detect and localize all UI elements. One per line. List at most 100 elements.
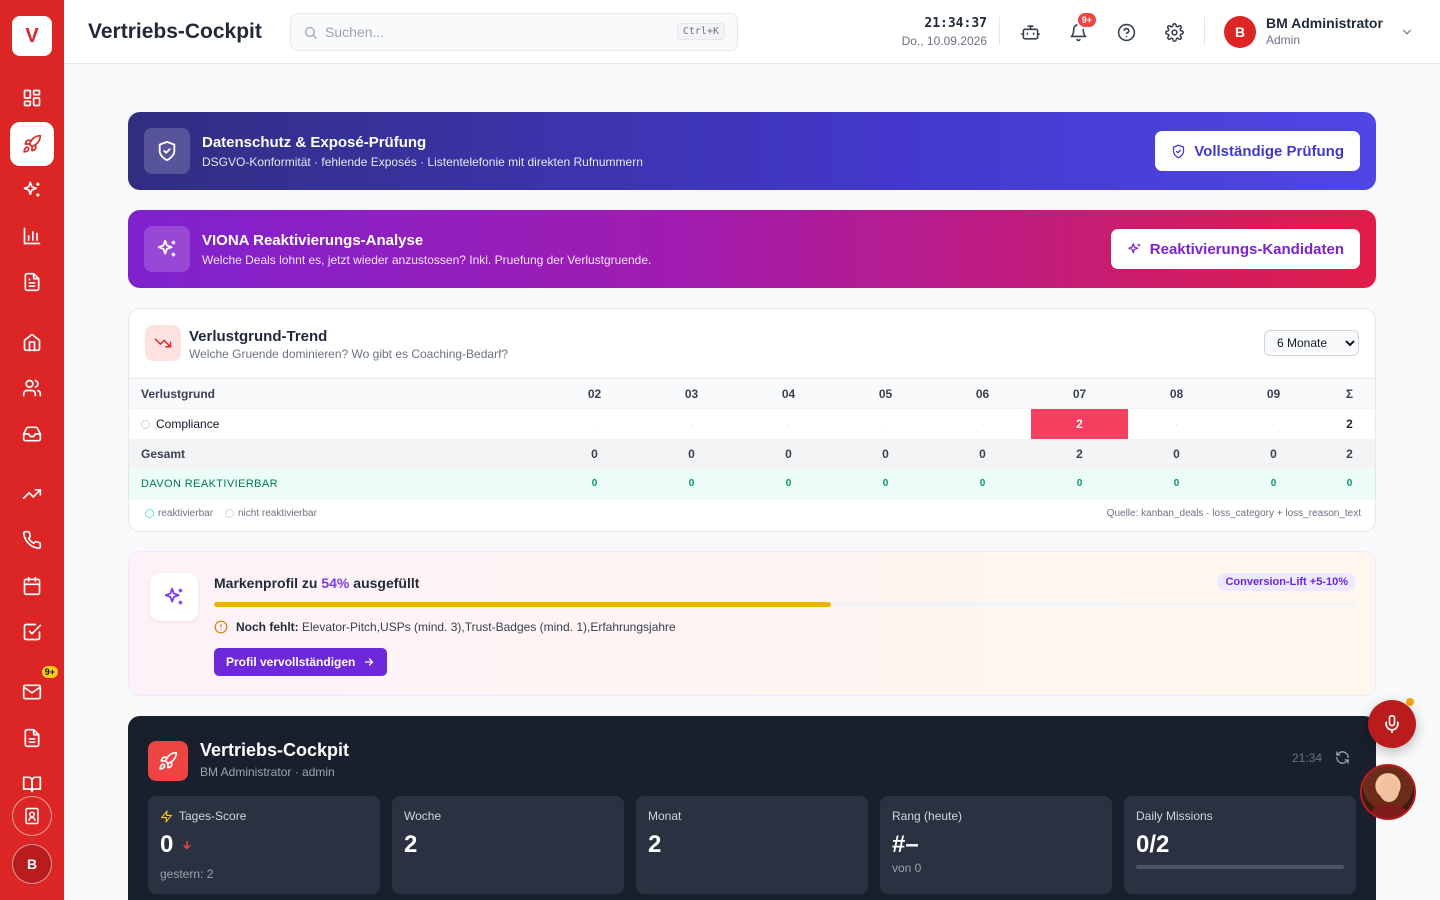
clock: 21:34:37 Do., 10.09.2026: [902, 16, 987, 48]
sidebar-item-analytics[interactable]: [10, 214, 54, 258]
refresh-icon[interactable]: [1335, 750, 1350, 765]
stat-label: Tages-Score: [160, 809, 246, 823]
help-icon: [1117, 23, 1136, 42]
sidebar-item-trends[interactable]: [10, 472, 54, 516]
stat-value: 2: [404, 831, 418, 858]
range-select[interactable]: 6 Monate: [1264, 330, 1359, 356]
bar-chart-icon: [22, 226, 42, 246]
sidebar-item-documents[interactable]: [10, 260, 54, 304]
stat-daily-missions[interactable]: Daily Missions 0/2: [1124, 796, 1356, 894]
profile-title-suffix: ausgefüllt: [349, 575, 420, 591]
sidebar-item-calendar[interactable]: [10, 564, 54, 608]
banner-title: VIONA Reaktivierungs-Analyse: [202, 232, 424, 249]
sidebar-item-reports[interactable]: [10, 716, 54, 760]
ai-assistant-avatar[interactable]: [1360, 764, 1416, 820]
table-cell: 0: [546, 468, 643, 499]
total-row: Gesamt 0 0 0 0 0 2 0 0 2: [129, 438, 1375, 469]
table-header-row: Verlustgrund 02 03 04 05 06 07 08 09 Σ: [129, 378, 1375, 409]
table-cell: 0: [1225, 468, 1322, 499]
sparkles-icon: [144, 226, 190, 272]
table-cell: 0: [740, 468, 837, 499]
privacy-check-banner: Datenschutz & Exposé-Prüfung DSGVO-Konfo…: [128, 112, 1376, 190]
search-box[interactable]: Ctrl+K: [290, 13, 738, 51]
complete-profile-button[interactable]: Profil vervollständigen: [214, 648, 388, 676]
full-check-button[interactable]: Vollständige Prüfung: [1155, 131, 1360, 171]
cockpit-title: Vertriebs-Cockpit: [200, 740, 350, 760]
sidebar-item-ai[interactable]: [10, 168, 54, 212]
cockpit-subtitle: BM Administrator · admin: [200, 765, 335, 779]
stat-value: #–: [892, 831, 919, 858]
row-sum: 0: [1322, 468, 1375, 499]
notifications-button[interactable]: 9+: [1062, 11, 1098, 48]
assistant-button[interactable]: [1014, 16, 1046, 48]
status-dot: [141, 419, 150, 429]
search-input[interactable]: [325, 22, 665, 42]
user-menu[interactable]: B BM Administrator Admin: [1224, 15, 1414, 49]
stat-label: Monat: [648, 809, 682, 823]
sidebar-item-inbox[interactable]: [10, 412, 54, 456]
sparkles-icon: [1127, 242, 1142, 257]
alert-circle-icon: [214, 620, 228, 634]
sidebar-contact-card[interactable]: [12, 796, 52, 836]
page-title: Vertriebs-Cockpit: [88, 20, 262, 43]
stat-week[interactable]: Woche 2: [392, 796, 624, 894]
user-name: BM Administrator: [1266, 15, 1383, 31]
table-cell: 0: [934, 468, 1031, 499]
table-cell-highlight[interactable]: 2: [1031, 408, 1128, 439]
loss-reason-trend-card: Verlustgrund-Trend Welche Gruende domini…: [128, 308, 1376, 532]
user-role: Admin: [1266, 33, 1301, 47]
stat-month[interactable]: Monat 2: [636, 796, 868, 894]
arrow-right-icon: [363, 656, 375, 668]
sidebar-item-cockpit[interactable]: [10, 122, 54, 166]
settings-button[interactable]: [1158, 16, 1190, 48]
sidebar-item-properties[interactable]: [10, 320, 54, 364]
stat-label: Woche: [404, 809, 442, 823]
table-cell: ·: [593, 418, 596, 429]
header-divider: [1204, 17, 1205, 45]
complete-profile-label: Profil vervollständigen: [226, 655, 356, 669]
sidebar-item-dashboard[interactable]: [10, 76, 54, 120]
profile-percent: 54%: [321, 575, 350, 591]
legend-item: reaktivierbar: [145, 508, 213, 519]
voice-input-button[interactable]: [1368, 698, 1416, 748]
table-cell: 0: [546, 438, 643, 469]
stat-label: Rang (heute): [892, 809, 963, 823]
legend-label: nicht reaktivierbar: [238, 508, 317, 519]
table-cell: 0: [1128, 438, 1225, 469]
stat-value-text: 0: [160, 831, 174, 858]
sidebar-item-contacts[interactable]: [10, 366, 54, 410]
sidebar-item-tasks[interactable]: [10, 610, 54, 654]
file-text-icon: [22, 728, 42, 748]
missing-items: Noch fehlt: Elevator-Pitch,USPs (mind. 3…: [214, 620, 676, 634]
check-square-icon: [22, 622, 42, 642]
stat-daily-score[interactable]: Tages-Score 0 gestern: 2: [148, 796, 380, 894]
column-header: 05: [837, 378, 934, 409]
stat-note: gestern: 2: [160, 867, 214, 881]
avatar-face: [1379, 778, 1399, 802]
reactivation-candidates-label: Reaktivierungs-Kandidaten: [1149, 240, 1344, 258]
table-row[interactable]: Compliance · · · · · 2 · · 2: [129, 408, 1375, 439]
missions-progress-bar: [1136, 865, 1344, 869]
reactivation-candidates-button[interactable]: Reaktivierungs-Kandidaten: [1110, 229, 1360, 269]
column-header: Verlustgrund: [129, 378, 546, 409]
sidebar-user-avatar[interactable]: B: [12, 844, 52, 884]
table-cell: 0: [740, 438, 837, 469]
search-icon: [303, 25, 318, 40]
trending-up-icon: [22, 484, 42, 504]
stat-rank[interactable]: Rang (heute) #– von 0: [880, 796, 1112, 894]
home-icon: [22, 332, 42, 352]
shield-check-icon: [144, 128, 190, 174]
sidebar-item-mail[interactable]: 9+: [10, 666, 58, 714]
trend-title: Verlustgrund-Trend: [189, 328, 328, 345]
sales-cockpit-card: Vertriebs-Cockpit BM Administrator · adm…: [128, 716, 1376, 900]
column-header: 07: [1031, 378, 1128, 409]
reactivatable-row: DAVON REAKTIVIERBAR 0 0 0 0 0 0 0 0 0: [129, 468, 1375, 499]
table-cell: 0: [643, 468, 740, 499]
legend-dot: [225, 509, 234, 518]
sidebar-item-calls[interactable]: [10, 518, 54, 562]
table-cell: 0: [1031, 468, 1128, 499]
help-button[interactable]: [1110, 16, 1142, 48]
app-logo[interactable]: V: [12, 16, 52, 56]
missing-label: Noch fehlt:: [236, 620, 299, 634]
document-icon: [22, 272, 42, 292]
